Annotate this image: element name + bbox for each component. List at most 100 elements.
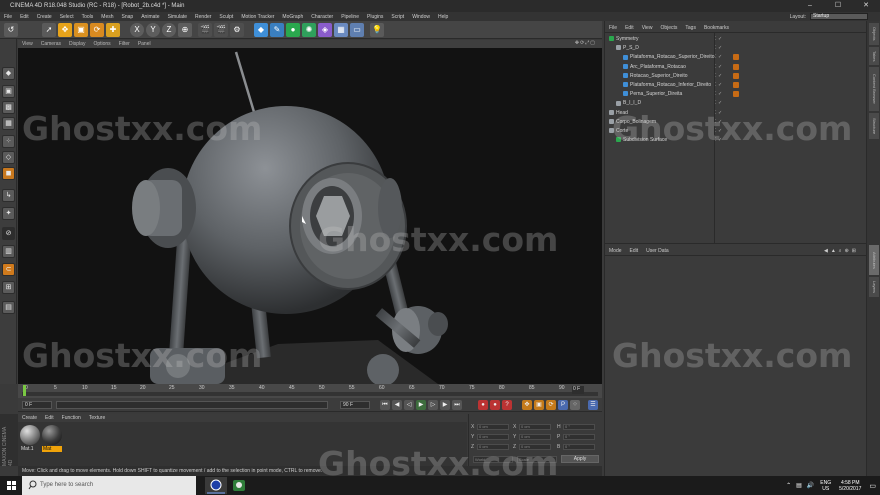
coord-x-size-field[interactable]: 0 cm: [519, 424, 551, 430]
volume-icon[interactable]: 🔊: [807, 482, 814, 489]
quantize-icon[interactable]: ⊞: [2, 281, 15, 294]
visibility-toggle-icon[interactable]: ⁚ ✓: [715, 118, 722, 127]
phong-tag-icon[interactable]: [733, 91, 739, 98]
rotate-tool-icon[interactable]: ⟳: [90, 23, 104, 37]
texture-mode-icon[interactable]: ▩: [2, 101, 15, 114]
array-icon[interactable]: ✺: [302, 23, 316, 37]
object-row[interactable]: Subdivision Surface ⁚ ✓: [605, 136, 867, 145]
object-row[interactable]: Plataforma_Rotacao_Inferior_Direito ⁚ ✓: [605, 81, 867, 90]
go-to-start-icon[interactable]: ⏮: [380, 400, 390, 410]
menu-edit[interactable]: Edit: [16, 14, 33, 20]
edges-mode-icon[interactable]: ◇: [2, 151, 15, 164]
viewport-nav-icons[interactable]: ✥⟳⤢▢: [571, 40, 600, 46]
clock[interactable]: 4:58 PM 5/20/2017: [839, 480, 861, 492]
keyframe-selection-icon[interactable]: ?: [502, 400, 512, 410]
timeline-ruler[interactable]: 0 5 10 15 20 25 30 35 40 45 50 55 60 65 …: [18, 384, 602, 398]
start-button[interactable]: [0, 476, 22, 495]
light-icon[interactable]: 💡: [370, 23, 384, 37]
attribute-menu-mode[interactable]: Mode: [605, 248, 626, 254]
material-preview-mat[interactable]: [42, 425, 62, 445]
viewport-menu-display[interactable]: Display: [65, 41, 89, 47]
material-label[interactable]: Mat.1: [20, 446, 40, 452]
visibility-toggle-icon[interactable]: ⁚ ✓: [715, 35, 722, 44]
visibility-toggle-icon[interactable]: ⁚ ✓: [715, 81, 722, 90]
visibility-toggle-icon[interactable]: ⁚ ✓: [715, 44, 722, 53]
grid-icon[interactable]: ▤: [2, 301, 15, 314]
menu-select[interactable]: Select: [56, 14, 78, 20]
menu-tools[interactable]: Tools: [78, 14, 98, 20]
recent-tools-icon[interactable]: ✚: [106, 23, 120, 37]
layout-dropdown[interactable]: Startup: [810, 13, 868, 20]
object-menu-bookmarks[interactable]: Bookmarks: [700, 25, 733, 31]
viewport-menu-options[interactable]: Options: [89, 41, 114, 47]
parameter-key-icon[interactable]: P: [558, 400, 568, 410]
coordinate-system-icon[interactable]: ⊕: [178, 23, 192, 37]
render-picture-viewer-icon[interactable]: 🎬: [214, 23, 228, 37]
minimize-button[interactable]: –: [796, 0, 824, 12]
nurbs-icon[interactable]: ●: [286, 23, 300, 37]
make-editable-icon[interactable]: ◆: [2, 67, 15, 80]
preview-range-slider[interactable]: [56, 401, 328, 409]
maximize-button[interactable]: ☐: [824, 0, 852, 12]
object-row[interactable]: Plataforma_Rotacao_Superior_Direito ⁚ ✓: [605, 53, 867, 62]
end-frame-field[interactable]: 90 F: [340, 401, 370, 409]
next-key-icon[interactable]: ▶: [440, 400, 450, 410]
magnet-icon[interactable]: ⊂: [2, 263, 15, 276]
render-view-icon[interactable]: 🎬: [198, 23, 212, 37]
deformer-icon[interactable]: ◈: [318, 23, 332, 37]
object-row[interactable]: Corte ⁚ ✓: [605, 127, 867, 136]
tab-objects[interactable]: Objects: [869, 23, 879, 45]
tray-up-arrow-icon[interactable]: ⌃: [786, 482, 791, 489]
menu-mesh[interactable]: Mesh: [97, 14, 117, 20]
menu-window[interactable]: Window: [408, 14, 434, 20]
menu-simulate[interactable]: Simulate: [164, 14, 191, 20]
camera-icon[interactable]: ▭: [350, 23, 364, 37]
3d-viewport[interactable]: [18, 48, 602, 384]
points-mode-icon[interactable]: ⁘: [2, 135, 15, 148]
object-menu-edit[interactable]: Edit: [621, 25, 638, 31]
language-indicator[interactable]: ENG US: [820, 480, 831, 492]
menu-file[interactable]: File: [0, 14, 16, 20]
coord-h-field[interactable]: 0 °: [563, 424, 595, 430]
cube-primitive-icon[interactable]: ◆: [254, 23, 268, 37]
viewport-menu-view[interactable]: View: [18, 41, 37, 47]
x-axis-lock-icon[interactable]: X: [130, 23, 144, 37]
phong-tag-icon[interactable]: [733, 54, 739, 61]
snap-icon[interactable]: ⊘: [2, 227, 15, 240]
visibility-toggle-icon[interactable]: ⁚ ✓: [715, 127, 722, 136]
menu-mograph[interactable]: MoGraph: [278, 14, 307, 20]
object-row[interactable]: Corpo_Bolinagem ⁚ ✓: [605, 118, 867, 127]
object-row[interactable]: Symmetry ⁚ ✓: [605, 35, 867, 44]
coord-x-position-field[interactable]: 0 cm: [477, 424, 509, 430]
material-menu-function[interactable]: Function: [58, 415, 85, 421]
material-menu-edit[interactable]: Edit: [41, 415, 58, 421]
previous-frame-icon[interactable]: ◁: [404, 400, 414, 410]
workplane-icon[interactable]: ▦: [2, 117, 15, 130]
object-row[interactable]: Rotacao_Superior_Direito ⁚ ✓: [605, 72, 867, 81]
object-menu-file[interactable]: File: [605, 25, 621, 31]
coord-z-position-field[interactable]: 0 cm: [477, 444, 509, 450]
visibility-toggle-icon[interactable]: ⁚ ✓: [715, 136, 722, 145]
recorder-taskbar-icon[interactable]: [228, 477, 250, 494]
viewport-menu-cameras[interactable]: Cameras: [37, 41, 65, 47]
autokeying-icon[interactable]: ●: [490, 400, 500, 410]
notifications-icon[interactable]: ▭: [869, 482, 876, 490]
phong-tag-icon[interactable]: [733, 82, 739, 88]
visibility-toggle-icon[interactable]: ⁚ ✓: [715, 90, 722, 99]
visibility-toggle-icon[interactable]: ⁚ ✓: [715, 53, 722, 62]
menu-animate[interactable]: Animate: [137, 14, 163, 20]
material-label-selected[interactable]: Mat: [42, 446, 62, 452]
scene-floor-icon[interactable]: ▦: [334, 23, 348, 37]
lock-workplane-icon[interactable]: ▥: [2, 245, 15, 258]
viewport-menu-filter[interactable]: Filter: [115, 41, 134, 47]
undo-icon[interactable]: ↺: [4, 23, 18, 37]
coord-size-mode-dropdown[interactable]: Scale: [517, 456, 557, 463]
menu-render[interactable]: Render: [191, 14, 215, 20]
coord-p-field[interactable]: 0 °: [563, 434, 595, 440]
timeline-track[interactable]: [22, 392, 598, 396]
polygons-mode-icon[interactable]: ◼: [2, 167, 15, 180]
tab-content-browser[interactable]: Content Browser: [869, 67, 879, 111]
object-row[interactable]: Head ⁚ ✓: [605, 109, 867, 118]
timeline-menu-icon[interactable]: ☰: [588, 400, 598, 410]
object-menu-view[interactable]: View: [638, 25, 657, 31]
